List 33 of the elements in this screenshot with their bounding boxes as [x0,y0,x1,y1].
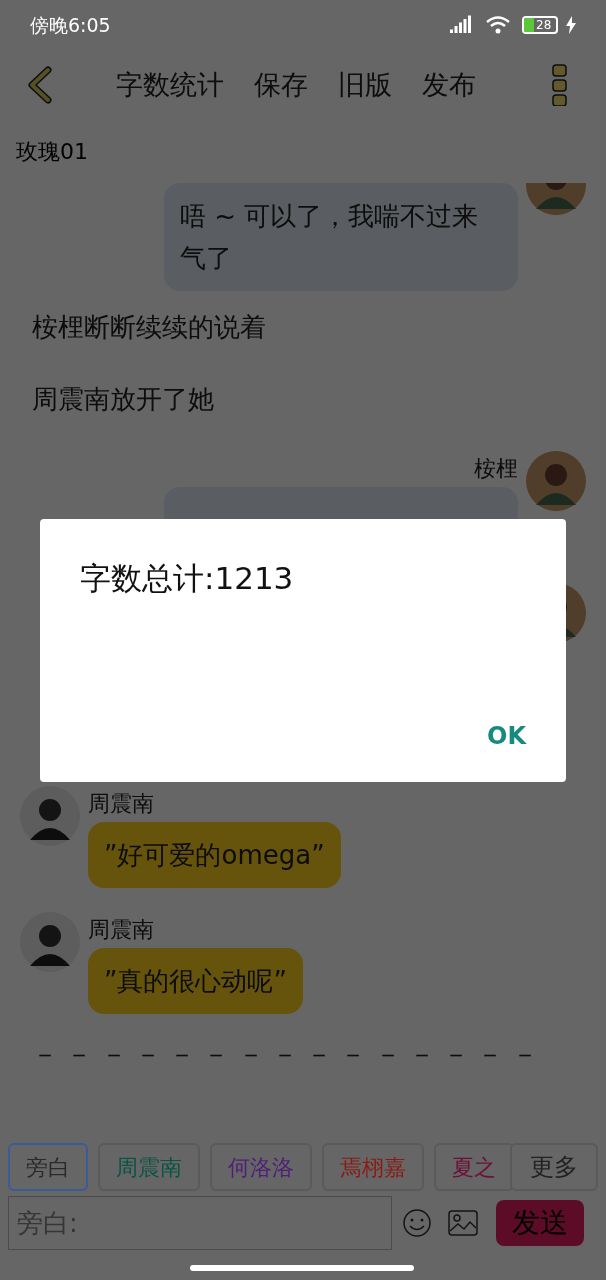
charging-icon [566,16,576,34]
speaker-name: 周震南 [88,790,154,818]
status-time: 傍晚6:05 [30,12,111,38]
avatar[interactable] [20,786,80,846]
narration-text: 周震南放开了她 [32,382,214,416]
battery-icon: 28 [522,16,558,34]
character-chip[interactable]: 旁白 [8,1143,88,1191]
emoji-icon[interactable] [402,1208,432,1238]
image-icon[interactable] [448,1210,478,1236]
toolbar-action[interactable]: 发布 [422,64,476,106]
narration-text: 桉梩断断续续的说着 [32,310,266,344]
narration-text: － － － － － － － － － － － － － － － [32,1037,538,1071]
wifi-icon [486,15,510,35]
toolbar-action[interactable]: 字数统计 [116,64,224,106]
more-button[interactable]: 更多 [510,1143,598,1191]
speaker-name: 桉梩 [474,455,518,483]
avatar[interactable] [20,912,80,972]
message-bubble: ”好可爱的omega” [88,822,341,888]
more-menu-icon[interactable] [552,64,568,106]
character-chip[interactable]: 何洛洛 [210,1143,312,1191]
character-chip[interactable]: 焉栩嘉 [322,1143,424,1191]
ok-button[interactable]: OK [487,718,526,754]
story-title: 玫瑰01 [16,138,88,166]
toolbar-action[interactable]: 旧版 [338,64,392,106]
send-button[interactable]: 发送 [496,1200,584,1246]
avatar[interactable] [526,451,586,511]
signal-icon [450,15,474,35]
message-bubble: ”真的很心动呢” [88,948,303,1014]
character-chip[interactable]: 周震南 [98,1143,200,1191]
dialog-message: 字数总计:1213 [80,559,295,598]
toolbar-action[interactable]: 保存 [254,64,308,106]
speaker-name: 周震南 [88,916,154,944]
message-bubble: 唔 ~ 可以了，我喘不过来气了 [164,183,518,291]
